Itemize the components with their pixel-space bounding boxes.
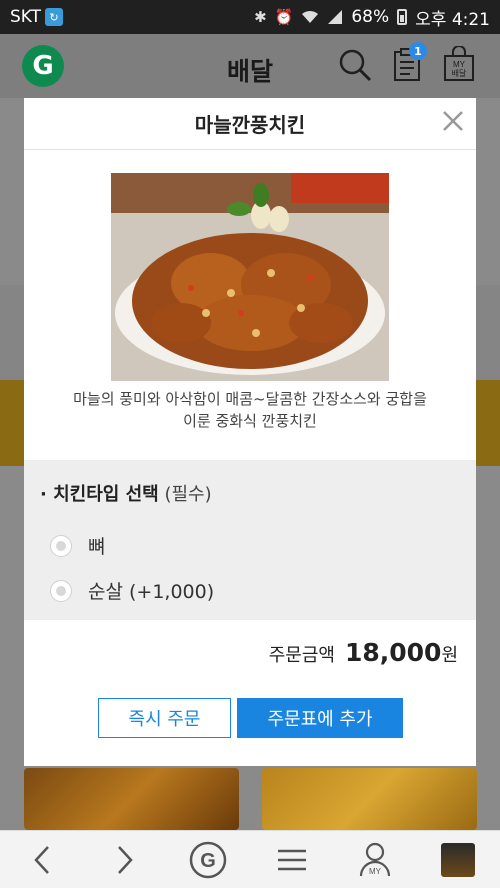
total-label: 주문금액 [268,645,335,666]
user-icon: MY [359,842,391,876]
order-total: 주문금액 18,000원 [269,638,458,667]
svg-text:배달: 배달 [452,69,467,78]
cart-count-badge: 1 [409,42,427,60]
bottom-navigation: G MY [0,830,500,888]
carrier: SKT ↻ [10,7,64,27]
order-list-button[interactable]: 1 [393,42,427,86]
signal-icon [328,10,343,24]
forward-button[interactable] [95,835,155,885]
battery-icon [397,9,408,25]
app-header: G 배달 1 MY 배달 [0,34,500,98]
hamburger-icon [277,849,306,870]
search-button[interactable] [338,48,372,86]
option-bone[interactable]: 뼈 [50,532,105,559]
gmarket-home-icon: G [190,841,227,878]
add-to-order-list-button[interactable]: 주문표에 추가 [237,698,403,738]
option-section: · 치킨타입 선택 (필수) 뼈 순살 (+1,000) [24,460,476,620]
required-label: (필수) [164,484,212,505]
total-amount: 18,000 [344,638,442,667]
option-label: 순살 (+1,000) [88,581,215,603]
bluetooth-icon: ✱ [254,8,267,26]
battery-percent: 68% [351,7,390,27]
svg-text:G: G [201,850,217,872]
menu-description: 마늘의 풍미와 아삭함이 매콤~달콤한 간장소스와 궁합을 이룬 중화식 깐풍치… [73,390,427,430]
sync-icon: ↻ [45,8,64,26]
shopping-bag-icon: MY 배달 [444,45,474,81]
dialog-title: 마늘깐풍치킨 [194,113,306,137]
svg-text:MY: MY [453,60,466,69]
back-button[interactable] [12,835,72,885]
option-label: 뼈 [88,536,106,558]
carrier-label: SKT [10,7,42,27]
chicken-photo-image [111,173,389,381]
background-menu-image [24,768,239,830]
recent-item-button[interactable] [428,835,488,885]
radio-button[interactable] [50,534,72,557]
status-bar: SKT ↻ ✱ ⏰ 68% 오후 4:21 [0,0,500,34]
total-value: 18,000원 [345,638,458,667]
menu-photo [111,173,389,381]
order-now-button[interactable]: 즉시 주문 [98,698,231,738]
dialog-header: 마늘깐풍치킨 [24,98,476,150]
background-menu-image [262,768,477,830]
close-button[interactable] [440,108,466,134]
search-icon [339,49,372,82]
recent-item-thumbnail [441,842,476,877]
option-title: · 치킨타입 선택 (필수) [40,480,212,506]
option-boneless[interactable]: 순살 (+1,000) [50,577,214,604]
home-button[interactable]: G [178,835,238,885]
menu-option-dialog: 마늘깐풍치킨 마늘의 풍미와 아삭함이 매콤~달콤한 간장소스와 궁합을 이룬 … [24,98,476,766]
radio-button[interactable] [50,579,72,602]
chevron-right-icon [118,845,133,874]
wifi-icon [302,10,319,23]
close-icon [443,111,463,131]
svg-text:MY: MY [369,867,382,876]
chevron-left-icon [33,845,49,874]
option-title-label: · 치킨타입 선택 [40,484,159,505]
my-page-button[interactable]: MY [345,835,405,885]
total-unit: 원 [441,645,458,666]
alarm-icon: ⏰ [274,8,294,26]
clock: 오후 4:21 [415,9,490,30]
menu-button[interactable] [262,835,322,885]
page-title: 배달 [226,57,273,86]
my-delivery-button[interactable]: MY 배달 [442,45,476,86]
